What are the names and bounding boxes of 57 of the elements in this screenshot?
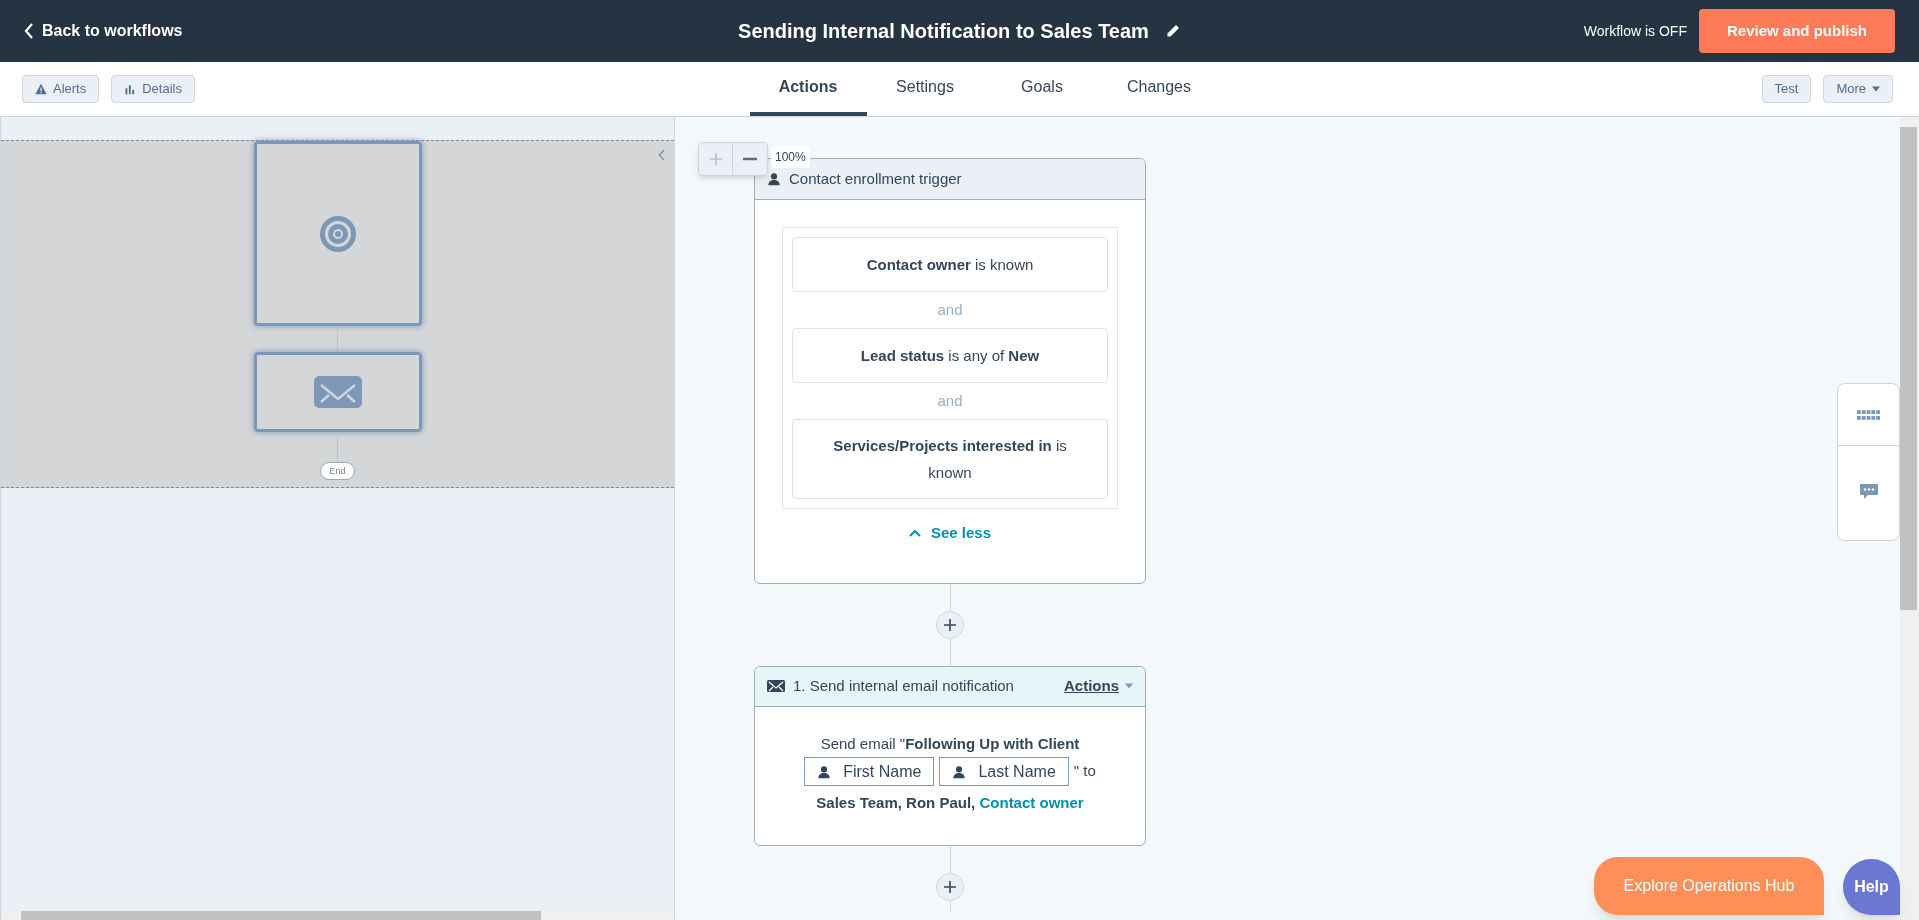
and-separator: and <box>936 391 964 411</box>
caret-icon <box>1125 683 1133 689</box>
details-button[interactable]: Details <box>111 75 195 103</box>
condition-text: Contact owner is known <box>866 255 1034 275</box>
back-link[interactable]: Back to workflows <box>24 19 544 43</box>
chevron-up-icon <box>908 529 921 538</box>
keyboard-icon <box>1856 409 1881 420</box>
plus-icon <box>944 618 956 631</box>
recipients-text: Sales Team, Ron Paul, Contact owner <box>816 793 1084 813</box>
condition-row[interactable]: Lead status is any of New <box>792 328 1108 383</box>
alerts-button[interactable]: Alerts <box>22 75 100 103</box>
envelope-icon <box>767 680 785 692</box>
test-button[interactable]: Test <box>1761 75 1812 103</box>
tab[interactable]: Settings <box>866 62 984 116</box>
workflow-title: Sending Internal Notification to Sales Team <box>738 19 1149 44</box>
plus-icon <box>709 153 722 165</box>
target-icon <box>317 213 358 254</box>
envelope-icon <box>313 376 362 408</box>
see-less-button[interactable]: See less <box>908 522 992 545</box>
add-step-button[interactable] <box>936 610 964 639</box>
tab[interactable]: Changes <box>1100 62 1218 116</box>
person-icon <box>952 764 967 779</box>
trigger-node[interactable] <box>253 141 422 326</box>
trigger-title: Contact enrollment trigger <box>789 168 962 189</box>
condition-text: Services/Projects interested in is known <box>832 436 1068 483</box>
workflow-status: Workflow is OFF <box>1583 21 1687 41</box>
warning-icon <box>35 83 47 95</box>
end-pill: End <box>320 462 355 480</box>
plus-icon <box>944 880 956 893</box>
action-title: 1. Send internal email notification <box>793 675 1015 696</box>
condition-row[interactable]: Services/Projects interested in is known <box>792 419 1108 499</box>
action-card[interactable]: 1. Send internal email notification Actions Send email "Following Up with Client First Name Last Name " to Sales Team, Ron Paul, Contact owner <box>754 665 1146 846</box>
collapse-chevron-icon[interactable] <box>658 149 666 161</box>
vertical-scrollbar[interactable] <box>1900 117 1919 920</box>
more-dropdown[interactable]: More <box>1823 75 1893 103</box>
email-description: Send email "Following Up with Client <box>820 733 1080 754</box>
condition-row[interactable]: Contact owner is known <box>792 237 1108 292</box>
caret-icon <box>1872 86 1880 92</box>
add-step-button[interactable] <box>936 872 964 901</box>
tab[interactable]: Goals <box>983 62 1101 116</box>
person-icon <box>767 172 781 186</box>
action-node[interactable] <box>253 352 422 432</box>
chevron-left-icon <box>24 23 34 39</box>
personalization-token: Last Name <box>939 757 1069 786</box>
condition-text: Lead status is any of New <box>860 346 1040 366</box>
chat-icon <box>1859 484 1878 500</box>
bar-chart-icon <box>124 83 137 95</box>
contact-owner-link[interactable]: Contact owner <box>979 794 1084 811</box>
zoom-level: 100% <box>771 146 810 168</box>
person-icon <box>817 764 832 779</box>
horizontal-scrollbar[interactable] <box>1 911 674 920</box>
email-description-end: " to <box>1073 761 1096 782</box>
help-button[interactable]: Help <box>1843 859 1900 915</box>
minus-icon <box>743 157 757 161</box>
and-separator: and <box>936 300 964 320</box>
personalization-token: First Name <box>804 757 935 786</box>
actions-menu[interactable]: Actions <box>1064 674 1133 698</box>
